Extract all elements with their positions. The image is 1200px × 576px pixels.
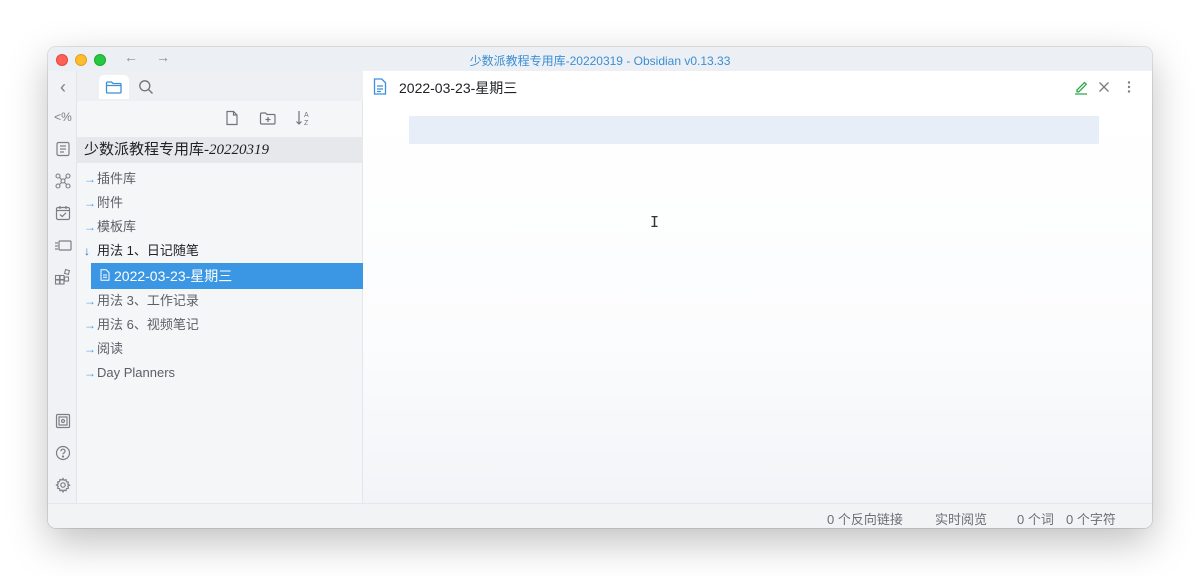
folder-label: Day Planners bbox=[97, 365, 176, 380]
document-icon bbox=[373, 78, 389, 96]
vault-icon[interactable] bbox=[53, 411, 73, 431]
backlinks-count[interactable]: 0 个反向链接 bbox=[827, 509, 903, 528]
folder-item-open[interactable]: ↓ 用法 1、日记随笔 bbox=[77, 239, 363, 263]
app-window: ← → 少数派教程专用库-20220319 - Obsidian v0.13.3… bbox=[48, 47, 1152, 528]
collapsed-arrow-icon: → bbox=[84, 220, 96, 234]
svg-text:A: A bbox=[304, 112, 309, 119]
folder-item[interactable]: →Day Planners bbox=[77, 361, 363, 385]
help-icon[interactable] bbox=[53, 443, 73, 463]
active-line[interactable] bbox=[409, 116, 1099, 144]
folder-item[interactable]: →模板库 bbox=[77, 215, 363, 239]
new-folder-icon[interactable] bbox=[257, 107, 279, 129]
folder-icon[interactable] bbox=[99, 75, 129, 99]
graph-icon[interactable] bbox=[53, 171, 73, 191]
folder-label: 模板库 bbox=[97, 219, 137, 234]
calendar-icon[interactable] bbox=[53, 203, 73, 223]
char-count: 0 个字符 bbox=[1066, 512, 1116, 527]
cards-icon[interactable] bbox=[53, 235, 73, 255]
file-explorer-actions: AZ bbox=[77, 101, 363, 135]
file-item-selected[interactable]: 2022-03-23-星期三 bbox=[91, 263, 363, 289]
vault-name: 少数派教程专用库 bbox=[84, 141, 205, 158]
sidebar-tabs bbox=[77, 71, 363, 101]
folder-item[interactable]: →用法 6、视频笔记 bbox=[77, 313, 363, 337]
folder-item[interactable]: →阅读 bbox=[77, 337, 363, 361]
word-count: 0 个词 bbox=[1017, 512, 1054, 527]
edit-mode-icon[interactable] bbox=[1072, 77, 1090, 97]
view-mode[interactable]: 实时阅览 bbox=[935, 509, 987, 528]
vault-date: -20220319 bbox=[204, 142, 270, 158]
collapse-sidebar-icon[interactable]: ‹ bbox=[53, 77, 73, 97]
more-options-icon[interactable] bbox=[1120, 77, 1138, 97]
text-cursor-icon: I bbox=[650, 213, 660, 231]
expanded-arrow-icon: ↓ bbox=[84, 244, 90, 258]
collapsed-arrow-icon: → bbox=[84, 342, 96, 356]
vault-root[interactable]: 少数派教程专用库-20220319 bbox=[77, 137, 363, 163]
folder-item[interactable]: →附件 bbox=[77, 191, 363, 215]
new-note-icon[interactable] bbox=[221, 107, 243, 129]
collapsed-arrow-icon: → bbox=[84, 172, 96, 186]
editor-area[interactable]: I bbox=[363, 103, 1152, 503]
folder-label: 用法 6、视频笔记 bbox=[97, 317, 199, 332]
settings-icon[interactable] bbox=[53, 475, 73, 495]
ribbon: ‹ <% bbox=[48, 71, 77, 503]
sort-icon[interactable]: AZ bbox=[293, 107, 315, 129]
collapsed-arrow-icon: → bbox=[84, 318, 96, 332]
collapsed-arrow-icon: → bbox=[84, 196, 96, 210]
folder-label: 用法 3、工作记录 bbox=[97, 293, 199, 308]
folder-item[interactable]: →插件库 bbox=[77, 167, 363, 191]
view-header: 2022-03-23-星期三 bbox=[363, 71, 1152, 103]
outline-icon[interactable] bbox=[53, 139, 73, 159]
folder-label: 附件 bbox=[97, 195, 124, 210]
editor-pane: 2022-03-23-星期三 I bbox=[363, 71, 1152, 503]
document-icon bbox=[100, 265, 114, 291]
folder-label: 插件库 bbox=[97, 171, 137, 186]
templater-icon[interactable]: <% bbox=[53, 107, 73, 127]
collapsed-arrow-icon: → bbox=[84, 366, 96, 380]
note-title[interactable]: 2022-03-23-星期三 bbox=[399, 78, 517, 98]
folder-label: 用法 1、日记随笔 bbox=[97, 243, 199, 258]
collapsed-arrow-icon: → bbox=[84, 294, 96, 308]
file-explorer: AZ 少数派教程专用库-20220319 →插件库 →附件 →模板库 ↓ 用法 1… bbox=[77, 71, 363, 503]
svg-text:Z: Z bbox=[304, 120, 309, 127]
folder-label: 阅读 bbox=[97, 341, 124, 356]
window-title: 少数派教程专用库-20220319 - Obsidian v0.13.33 bbox=[469, 54, 731, 68]
folder-item[interactable]: →用法 3、工作记录 bbox=[77, 289, 363, 313]
search-icon[interactable] bbox=[131, 75, 161, 99]
blocks-icon[interactable] bbox=[53, 267, 73, 287]
title-bar: ← → 少数派教程专用库-20220319 - Obsidian v0.13.3… bbox=[48, 47, 1152, 71]
close-icon[interactable] bbox=[1095, 77, 1113, 97]
status-bar: 0 个反向链接 实时阅览 0 个词 0 个字符 bbox=[48, 503, 1152, 528]
file-label: 2022-03-23-星期三 bbox=[114, 268, 233, 284]
